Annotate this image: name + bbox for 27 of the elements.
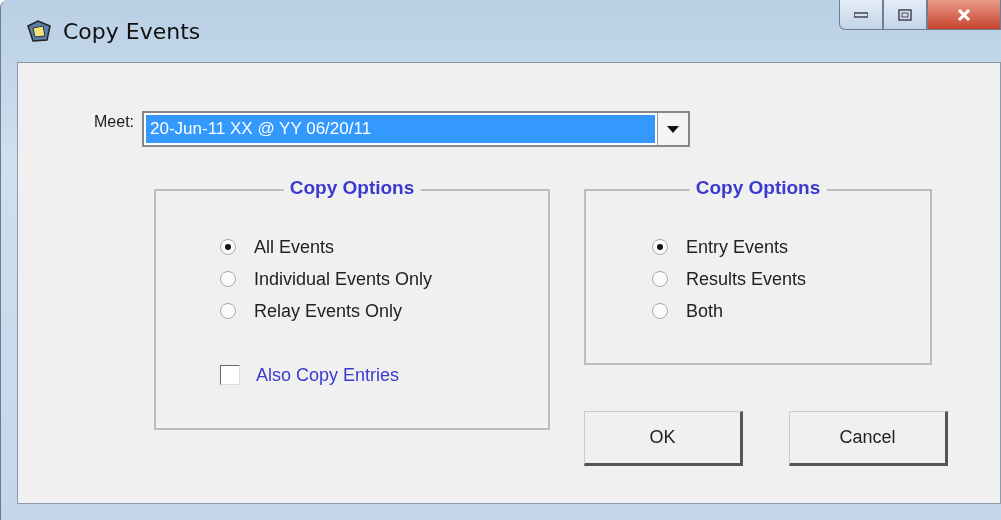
cancel-button[interactable]: Cancel (789, 411, 948, 466)
close-icon (957, 8, 971, 21)
dropdown-arrow-icon[interactable] (667, 125, 679, 133)
app-icon (25, 18, 53, 44)
meet-label: Meet: (94, 113, 134, 131)
radio-label[interactable]: Entry Events (686, 236, 789, 258)
dropdown-value: 20-Jun-11 XX @ YY 06/20/11 (146, 115, 655, 143)
radio-label[interactable]: Individual Events Only (254, 268, 433, 290)
checkbox-label[interactable]: Also Copy Entries (256, 364, 400, 386)
close-button[interactable] (927, 0, 1001, 30)
ok-button[interactable]: OK (584, 411, 743, 466)
maximize-button[interactable] (883, 0, 927, 30)
minimize-button[interactable] (839, 0, 883, 30)
radio-button[interactable] (652, 271, 668, 287)
radio-label[interactable]: Relay Events Only (254, 300, 403, 322)
radio-label[interactable]: All Events (254, 236, 335, 258)
radio-button[interactable] (220, 303, 236, 319)
radio-button[interactable] (652, 303, 668, 319)
radio-button[interactable] (220, 239, 236, 255)
checkbox[interactable] (220, 365, 240, 385)
maximize-icon (898, 8, 912, 21)
minimize-icon (854, 11, 868, 18)
radio-label[interactable]: Results Events (686, 268, 807, 290)
window-title: Copy Events (63, 18, 201, 44)
radio-button[interactable] (220, 271, 236, 287)
radio-button[interactable] (652, 239, 668, 255)
radio-label[interactable]: Both (686, 300, 724, 322)
